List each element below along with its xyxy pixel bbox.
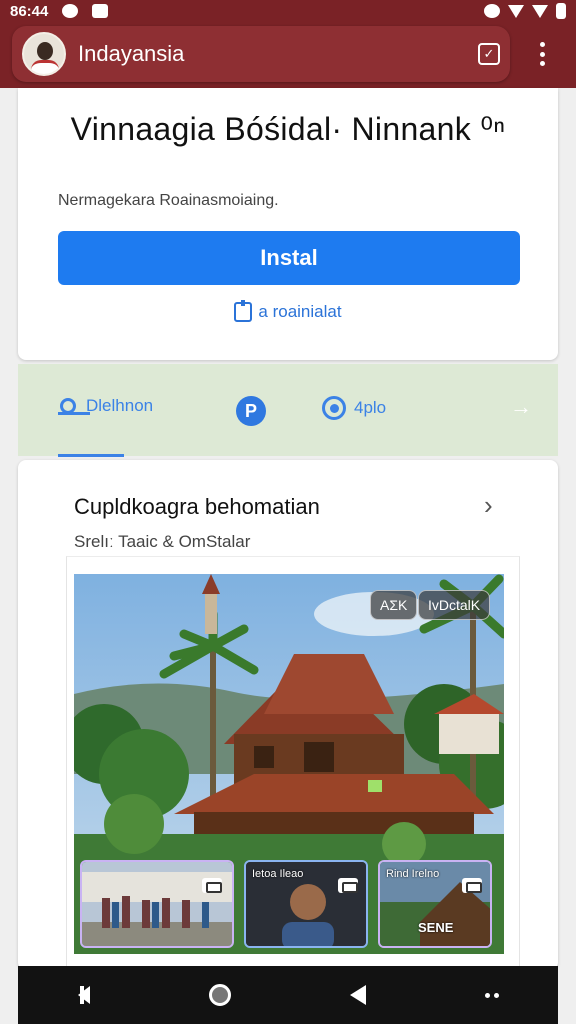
chat-icon — [462, 878, 482, 893]
square-icon — [92, 4, 109, 18]
overflow-menu-icon[interactable] — [530, 40, 554, 68]
triangle-back-icon[interactable] — [349, 985, 366, 1005]
app-bar: Indayansia ✓ — [12, 26, 510, 82]
tab-third-label: 4plo — [354, 398, 387, 417]
dots-icon[interactable] — [484, 992, 499, 998]
pin-icon — [58, 396, 90, 416]
content-card: Cupldkoagra behomatian › Srelıː Taaic & … — [18, 460, 558, 970]
tab-first[interactable]: Dlelhnon — [58, 396, 153, 416]
status-time: 86:44 — [10, 2, 49, 20]
chat-icon — [338, 878, 358, 893]
arrow-right-icon[interactable]: → — [510, 394, 532, 420]
battery-icon — [556, 3, 566, 19]
signal-icon — [532, 4, 548, 18]
tab-strip: Dlelhnon P 4plo → — [18, 364, 558, 457]
wifi-icon — [508, 4, 524, 18]
install-link[interactable]: a roainialat — [18, 300, 558, 322]
tab-p[interactable]: P — [236, 396, 266, 426]
tablet-icon — [234, 300, 253, 322]
install-button[interactable]: Instal — [58, 231, 520, 285]
thumbnail-overlay-text: SENE — [418, 920, 454, 935]
section-subtitle: Srelıː Taaic & OmStalar — [74, 532, 251, 551]
details-chip[interactable]: IvDctalK — [418, 590, 491, 620]
thumbnail-crowd[interactable] — [80, 860, 234, 948]
shield-icon — [484, 4, 500, 18]
thumbnail-caption: Rind Irelno — [386, 868, 440, 880]
status-bar: 86:44 — [0, 0, 576, 22]
app-name: Vinnaagia Bóśidal· Ninnank ⁰ⁿ — [70, 111, 506, 147]
thumbnail-person[interactable]: Ietoa Ileao — [244, 860, 368, 948]
badge-chip[interactable]: ΑΣΚ — [370, 590, 418, 620]
thumbnail-strip: Ietoa Ileao Rind Irelno SENE — [80, 860, 504, 950]
system-nav-bar — [18, 966, 558, 1024]
check-square-icon[interactable]: ✓ — [478, 43, 500, 65]
tab-indicator — [58, 454, 124, 457]
home-icon[interactable] — [208, 984, 231, 1006]
circle-icon — [62, 4, 79, 18]
thumbnail-house[interactable]: Rind Irelno SENE — [378, 860, 492, 948]
p-icon: P — [236, 396, 266, 426]
install-card: Vinnaagia Bóśidal· Ninnank ⁰ⁿ Nermagekar… — [18, 88, 558, 360]
chat-icon — [202, 878, 222, 893]
thumbnail-caption: Ietoa Ileao — [252, 868, 304, 880]
app-title: Indayansia — [78, 41, 185, 66]
section-title: Cupldkoagra behomatian — [74, 494, 320, 519]
crowd-photo — [82, 862, 232, 946]
hero-image[interactable]: ΑΣΚ IvDctalK Ietoa Ileao Rind Irelno SEN… — [74, 574, 504, 954]
install-link-label: a roainialat — [258, 302, 342, 321]
back-icon[interactable] — [77, 986, 90, 1004]
app-description: Nermagekara Roainasmoiaing. — [58, 192, 279, 209]
avatar[interactable] — [22, 32, 66, 76]
tab-first-label: Dlelhnon — [86, 396, 154, 415]
chevron-right-icon[interactable]: › — [484, 490, 493, 521]
tab-third[interactable]: 4plo — [322, 396, 386, 420]
sync-icon — [322, 396, 346, 420]
